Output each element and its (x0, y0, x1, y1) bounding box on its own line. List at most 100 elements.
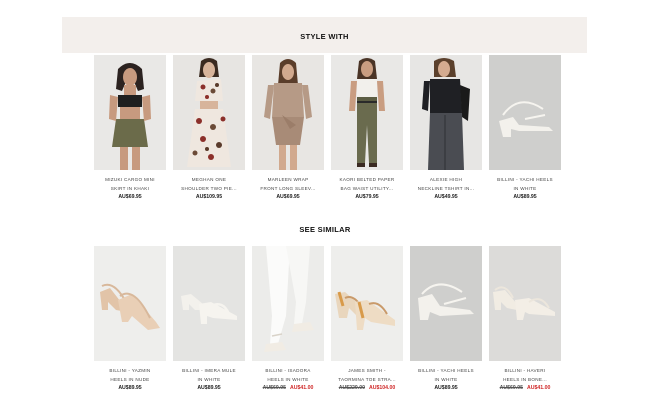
product-image-graphic (489, 246, 561, 361)
regular-price: AU$49.95 (434, 194, 458, 200)
product-card-meghan-one-shoulder[interactable]: MEGHAN ONE SHOULDER TWO PIE... AU$109.95 (173, 55, 245, 201)
product-card-billini-yazmin[interactable]: BILLINI - YAZMIN HEELS IN NUDE AU$89.95 (94, 246, 166, 392)
regular-price: AU$109.95 (195, 194, 223, 200)
sale-price: AU$41.00 (527, 385, 551, 391)
product-name[interactable]: BILLINI - IMERA MULE IN WHITE (173, 367, 245, 384)
product-name-line: BILLINI - YACHI HEELS (497, 177, 553, 182)
product-image-billini-yachi[interactable] (410, 246, 482, 361)
product-image-billini-yazmin[interactable] (94, 246, 166, 361)
product-name[interactable]: BILLINI - YACHI HEELS IN WHITE (489, 176, 561, 193)
product-image-graphic (173, 55, 245, 170)
product-name-line: IN WHITE (197, 376, 221, 382)
product-name[interactable]: BILLINI - YACHI HEELS IN WHITE (410, 367, 482, 384)
product-name-line: BILLINI - YAZMIN (109, 368, 151, 373)
product-name[interactable]: KAORI BELTED PAPER BAG WAIST UTILITY... (331, 176, 403, 193)
product-name-line: JAMES SMITH - (348, 368, 386, 373)
product-card-alexie-high-neckline-tshirt[interactable]: ALEXIE HIGH NECKLINE TSHIRT IN... AU$49.… (410, 55, 482, 201)
regular-price: AU$89.95 (118, 385, 142, 391)
product-name-line: BILLINI - HAVERI (504, 368, 546, 373)
product-image-alexie[interactable] (410, 55, 482, 170)
product-price: AU$49.95 (410, 193, 482, 201)
product-name[interactable]: ALEXIE HIGH NECKLINE TSHIRT IN... (410, 176, 482, 193)
product-name[interactable]: MARLEEN WRAP FRONT LONG SLEEV... (252, 176, 324, 193)
product-name-line: HEELS IN NUDE (110, 376, 150, 382)
product-name-line: HEELS IN WHITE (267, 376, 309, 382)
product-price: AU$79.95 (331, 193, 403, 201)
product-image-graphic (173, 246, 245, 361)
product-image-graphic (252, 55, 324, 170)
product-card-james-smith-taormina[interactable]: JAMES SMITH - TAORMINA TOE STRA... AU$22… (331, 246, 403, 392)
product-image-mizuki[interactable] (94, 55, 166, 170)
product-card-marleen-wrap[interactable]: MARLEEN WRAP FRONT LONG SLEEV... AU$69.9… (252, 55, 324, 201)
product-name-line: IN WHITE (513, 185, 537, 191)
product-name-line: BILLINI - YACHI HEELS (418, 368, 474, 373)
style-with-product-row: MIZUKI CARGO MINI SKIRT IN KHAKI AU$69.9… (94, 55, 564, 215)
product-image-graphic (410, 55, 482, 170)
product-name-line: SKIRT IN KHAKI (110, 185, 150, 191)
product-image-graphic (410, 246, 482, 361)
product-price: AU$69.95 (252, 193, 324, 201)
product-image-billini-yachi[interactable] (489, 55, 561, 170)
product-name-line: NECKLINE TSHIRT IN... (417, 185, 475, 191)
product-name-line: SHOULDER TWO PIE... (181, 185, 237, 191)
product-name-line: BAG WAIST UTILITY... (340, 185, 394, 191)
product-image-graphic (489, 55, 561, 170)
product-price: AU$89.95 (94, 384, 166, 392)
product-price: AU$109.95 (173, 193, 245, 201)
product-card-mizuki-cargo-mini-skirt[interactable]: MIZUKI CARGO MINI SKIRT IN KHAKI AU$69.9… (94, 55, 166, 201)
product-image-graphic (331, 246, 403, 361)
product-image-graphic (94, 55, 166, 170)
product-name[interactable]: MIZUKI CARGO MINI SKIRT IN KHAKI (94, 176, 166, 193)
original-price: AU$69.95 (499, 385, 523, 391)
product-image-graphic (331, 55, 403, 170)
product-card-kaori-belted-paper-bag[interactable]: KAORI BELTED PAPER BAG WAIST UTILITY... … (331, 55, 403, 201)
product-name-line: HEELS IN BONE... (503, 376, 547, 382)
regular-price: AU$69.95 (276, 194, 300, 200)
product-image-graphic (94, 246, 166, 361)
product-name-line: FRONT LONG SLEEV... (260, 185, 316, 191)
see-similar-title: SEE SIMILAR (299, 225, 351, 234)
product-image-billini-imera[interactable] (173, 246, 245, 361)
product-name-line: BILLINI - ISADORA (265, 368, 311, 373)
product-price: AU$89.95 (489, 193, 561, 201)
product-image-graphic (252, 246, 324, 361)
regular-price: AU$79.95 (355, 194, 379, 200)
regular-price: AU$89.95 (513, 194, 537, 200)
see-similar-product-row: BILLINI - YAZMIN HEELS IN NUDE AU$89.95 … (94, 246, 564, 400)
product-name-line: ALEXIE HIGH (429, 177, 463, 182)
product-name[interactable]: JAMES SMITH - TAORMINA TOE STRA... (331, 367, 403, 384)
product-name[interactable]: MEGHAN ONE SHOULDER TWO PIE... (173, 176, 245, 193)
product-name-line: IN WHITE (434, 376, 458, 382)
product-name-line: TAORMINA TOE STRA... (338, 376, 396, 382)
product-image-marleen[interactable] (252, 55, 324, 170)
product-price: AU$89.95 (410, 384, 482, 392)
regular-price: AU$69.95 (118, 194, 142, 200)
product-image-kaori[interactable] (331, 55, 403, 170)
product-card-billini-isadora[interactable]: BILLINI - ISADORA HEELS IN WHITE AU$69.9… (252, 246, 324, 392)
product-name-line: BILLINI - IMERA MULE (182, 368, 236, 373)
product-image-james-smith-taormina[interactable] (331, 246, 403, 361)
original-price: AU$229.00 (338, 385, 365, 391)
product-price: AU$89.95 (173, 384, 245, 392)
product-card-billini-yachi-heels[interactable]: BILLINI - YACHI HEELS IN WHITE AU$89.95 (410, 246, 482, 392)
product-name[interactable]: BILLINI - HAVERI HEELS IN BONE... (489, 367, 561, 384)
product-image-billini-haveri[interactable] (489, 246, 561, 361)
product-price: AU$229.00 AU$104.00 (331, 384, 403, 392)
product-price: AU$69.95 AU$41.00 (252, 384, 324, 392)
product-image-billini-isadora[interactable] (252, 246, 324, 361)
original-price: AU$69.95 (262, 385, 286, 391)
product-name-line: MIZUKI CARGO MINI (105, 177, 155, 182)
regular-price: AU$89.95 (197, 385, 221, 391)
product-price: AU$69.95 AU$41.00 (489, 384, 561, 392)
product-card-billini-haveri[interactable]: BILLINI - HAVERI HEELS IN BONE... AU$69.… (489, 246, 561, 392)
product-name-line: MEGHAN ONE (191, 177, 227, 182)
product-name-line: MARLEEN WRAP (267, 177, 309, 182)
product-name[interactable]: BILLINI - YAZMIN HEELS IN NUDE (94, 367, 166, 384)
sale-price: AU$41.00 (290, 385, 314, 391)
style-with-title: STYLE WITH (300, 32, 349, 41)
regular-price: AU$89.95 (434, 385, 458, 391)
product-name[interactable]: BILLINI - ISADORA HEELS IN WHITE (252, 367, 324, 384)
product-card-billini-imera-mule[interactable]: BILLINI - IMERA MULE IN WHITE AU$89.95 (173, 246, 245, 392)
product-image-meghan[interactable] (173, 55, 245, 170)
product-card-billini-yachi-heels[interactable]: BILLINI - YACHI HEELS IN WHITE AU$89.95 (489, 55, 561, 201)
